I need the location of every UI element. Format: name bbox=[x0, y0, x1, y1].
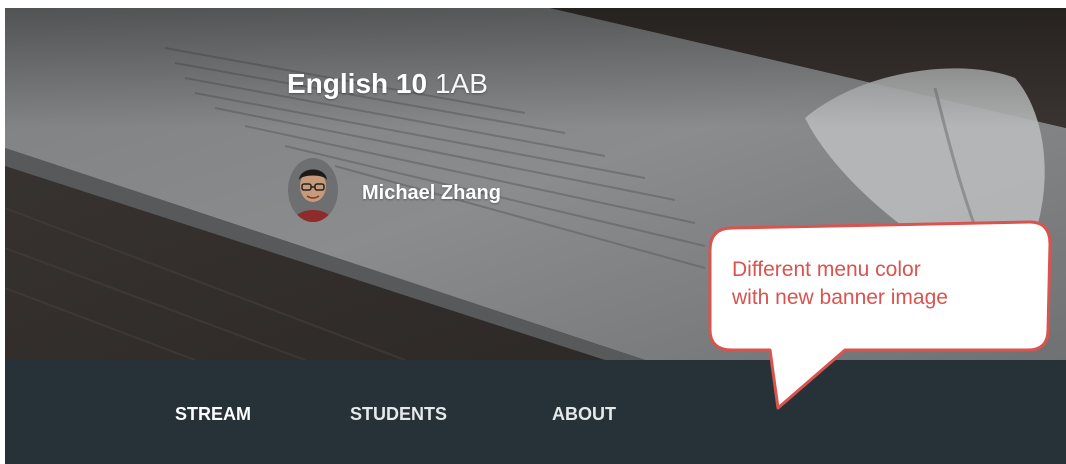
annotation-line-1: Different menu color bbox=[732, 258, 921, 281]
annotation-callout bbox=[708, 220, 1052, 410]
annotation-line-2: with new banner image bbox=[732, 286, 948, 309]
annotation-text: Different menu color with new banner ima… bbox=[732, 256, 1032, 312]
